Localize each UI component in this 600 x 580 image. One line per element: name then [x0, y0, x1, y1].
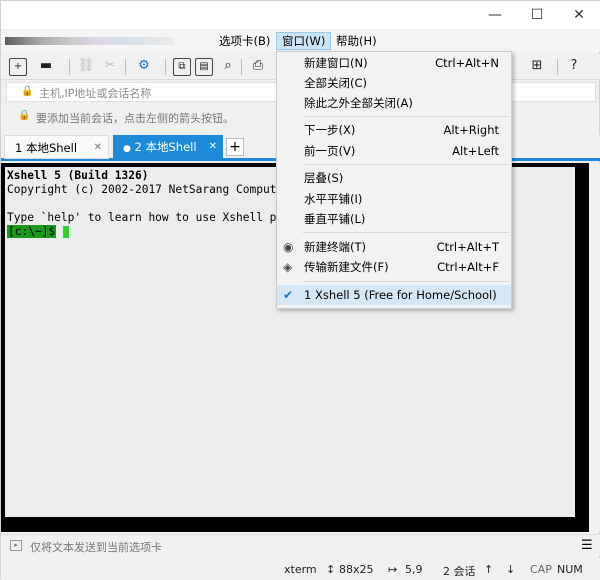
menu-separator: [303, 232, 509, 233]
address-placeholder: 主机,IP地址或会话名称: [39, 87, 152, 100]
lock-icon: 🔒: [21, 86, 34, 97]
menu-item-next[interactable]: 下一步(X) Alt+Right: [277, 120, 511, 140]
session-up-icon[interactable]: ↑: [484, 563, 493, 576]
status-bar: xterm ↕ 88x25 ↦ 5,9 2 会话 ↑ ↓ CAP NUM: [1, 558, 600, 580]
menu-item-new-window[interactable]: 新建窗口(N) Ctrl+Alt+N: [277, 53, 511, 73]
minimize-button[interactable]: —: [473, 1, 517, 29]
copy-icon[interactable]: ⧉: [173, 58, 191, 76]
toolbar-separator: [241, 59, 242, 75]
terminal-prompt: [c:\~]$: [7, 225, 57, 238]
active-dot-icon: ●: [123, 144, 131, 154]
tab-local-shell-1[interactable]: 1 本地Shell ✕: [4, 135, 109, 159]
paste-icon[interactable]: ▤: [195, 58, 213, 76]
transfer-icon: ◈: [283, 260, 293, 274]
menu-separator: [303, 281, 509, 282]
close-tab-icon[interactable]: ✕: [94, 136, 102, 160]
toolbar-separator: [69, 59, 70, 75]
terminal-cursor: [62, 226, 69, 238]
add-icon[interactable]: ⊞: [528, 58, 546, 76]
compose-icon: ▸: [10, 540, 22, 551]
session-down-icon[interactable]: ↓: [506, 563, 515, 576]
terminal-icon: ◉: [283, 240, 294, 254]
toolbar-separator: [125, 59, 126, 75]
status-caps: CAP: [530, 563, 552, 576]
menu-window[interactable]: 窗口(W): [276, 32, 332, 50]
search-icon[interactable]: ⌕: [219, 58, 237, 76]
menu-bar: 选项卡(B) 窗口(W) 帮助(H): [1, 30, 600, 52]
compose-placeholder: 仅将文本发送到当前选项卡: [30, 541, 162, 554]
menu-item-cascade[interactable]: 层叠(S): [277, 168, 511, 188]
resize-icon: ↕: [326, 563, 336, 576]
tab-label: 1 本地Shell: [15, 141, 78, 155]
open-folder-icon[interactable]: ▬: [37, 58, 55, 76]
status-position: 5,9: [405, 563, 423, 576]
status-term-type: xterm: [284, 563, 317, 576]
menu-help[interactable]: 帮助(H): [331, 32, 382, 50]
hint-lock-icon: 🔒: [18, 110, 31, 121]
hint-text: 要添加当前会话，点击左侧的箭头按钮。: [36, 112, 234, 125]
menu-tabs[interactable]: 选项卡(B): [214, 32, 275, 50]
menu-lines-icon[interactable]: ☰: [581, 538, 593, 553]
menu-item-tile-vertical[interactable]: 垂直平铺(L): [277, 209, 511, 229]
tab-label: 2 本地Shell: [134, 140, 197, 154]
menu-item-close-all[interactable]: 全部关闭(C): [277, 73, 511, 93]
link-icon[interactable]: ⛓: [77, 58, 95, 76]
checkmark-icon: ✔: [283, 288, 294, 302]
toolbar-separator: [165, 59, 166, 75]
status-size: 88x25: [339, 563, 374, 576]
add-tab-button[interactable]: +: [226, 138, 244, 156]
toolbar-separator: [557, 59, 558, 75]
app-window: — ☐ ✕ 选项卡(B) 窗口(W) 帮助(H) + ▬ ⛓ ✂ ⚙ ⧉ ▤ ⌕…: [0, 0, 600, 580]
menu-item-close-others[interactable]: 除此之外全部关闭(A): [277, 93, 511, 113]
print-icon[interactable]: ⎙: [249, 58, 267, 76]
cursor-pos-icon: ↦: [388, 563, 398, 576]
window-menu-dropdown: 新建窗口(N) Ctrl+Alt+N 全部关闭(C) 除此之外全部关闭(A) 下…: [276, 51, 512, 309]
menu-item-tile-horizontal[interactable]: 水平平铺(I): [277, 189, 511, 209]
menu-separator: [303, 164, 509, 165]
title-bar: — ☐ ✕: [1, 1, 600, 29]
new-session-icon[interactable]: +: [9, 58, 27, 76]
menu-item-new-terminal[interactable]: ◉ 新建终端(T) Ctrl+Alt+T: [277, 237, 511, 257]
menu-item-xshell-window[interactable]: ✔ 1 Xshell 5 (Free for Home/School): [277, 285, 511, 305]
compose-bar[interactable]: ▸ 仅将文本发送到当前选项卡 ☰: [1, 534, 600, 556]
close-button[interactable]: ✕: [557, 1, 600, 29]
status-num: NUM: [557, 563, 583, 576]
status-sessions: 2 会话: [443, 565, 476, 578]
blurred-menu-region: [5, 37, 175, 45]
help-icon[interactable]: ?: [565, 58, 583, 76]
terminal-scrollbar[interactable]: [589, 163, 600, 532]
menu-separator: [303, 116, 509, 117]
menu-item-previous[interactable]: 前一页(V) Alt+Left: [277, 141, 511, 161]
menu-item-new-transfer[interactable]: ◈ 传输新建文件(F) Ctrl+Alt+F: [277, 257, 511, 277]
maximize-button[interactable]: ☐: [515, 1, 559, 29]
disconnect-icon[interactable]: ✂: [101, 58, 119, 76]
gear-icon[interactable]: ⚙: [135, 58, 153, 76]
close-tab-icon[interactable]: ✕: [209, 135, 217, 159]
tab-local-shell-2[interactable]: ● 2 本地Shell ✕: [113, 135, 223, 159]
